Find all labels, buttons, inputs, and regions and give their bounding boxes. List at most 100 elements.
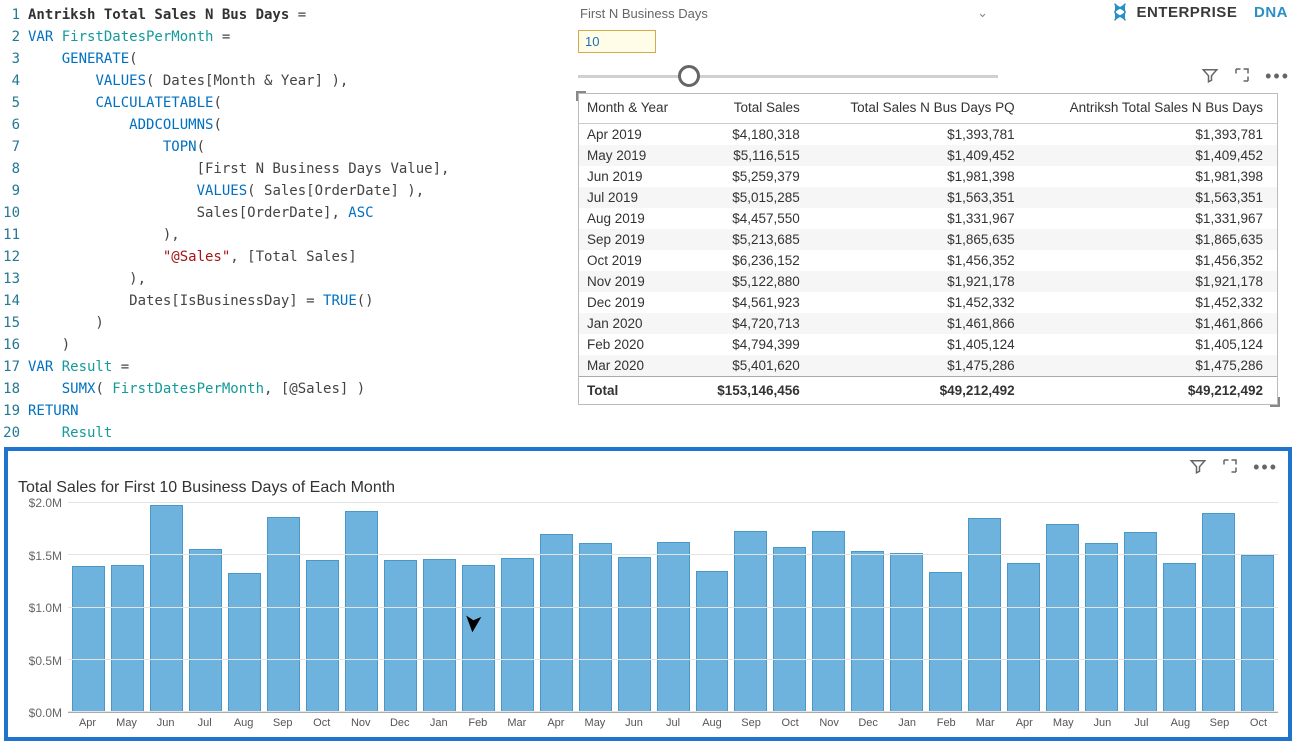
chart-bar[interactable]	[267, 517, 300, 712]
x-tick-label: Jul	[1122, 717, 1161, 729]
chevron-down-icon[interactable]: ⌄	[977, 5, 988, 21]
chart-bar[interactable]	[540, 534, 573, 712]
brand-text-2: DNA	[1254, 4, 1288, 21]
sales-table-visual[interactable]: Month & YearTotal SalesTotal Sales N Bus…	[578, 93, 1278, 405]
focus-mode-icon[interactable]	[1233, 66, 1251, 84]
more-options-icon[interactable]: •••	[1265, 66, 1290, 87]
dax-editor[interactable]: 1Antriksh Total Sales N Bus Days = 2VAR …	[0, 0, 578, 445]
x-tick-label: Jun	[614, 717, 653, 729]
more-options-icon[interactable]: •••	[1253, 457, 1278, 478]
x-tick-label: May	[107, 717, 146, 729]
x-tick-label: Mar	[497, 717, 536, 729]
x-tick-label: Dec	[849, 717, 888, 729]
filter-icon[interactable]	[1189, 457, 1207, 475]
chart-bar[interactable]	[345, 511, 378, 712]
table-row[interactable]: Jun 2019$5,259,379$1,981,398$1,981,398	[579, 166, 1277, 187]
code-line: 16 )	[0, 334, 578, 356]
x-tick-label: Sep	[1200, 717, 1239, 729]
code-line: 20 Result	[0, 422, 578, 444]
chart-bar[interactable]	[696, 571, 729, 712]
chart-bar[interactable]	[228, 573, 261, 712]
chart-bar[interactable]	[929, 572, 962, 712]
chart-bar[interactable]	[1202, 513, 1235, 712]
x-tick-label: Oct	[302, 717, 341, 729]
code-line: 9 VALUES( Sales[OrderDate] ),	[0, 180, 578, 202]
chart-bar[interactable]	[1007, 563, 1040, 712]
table-row[interactable]: Feb 2020$4,794,399$1,405,124$1,405,124	[579, 334, 1277, 355]
table-row[interactable]: Apr 2019$4,180,318$1,393,781$1,393,781	[579, 124, 1277, 146]
chart-bar[interactable]	[657, 542, 690, 712]
table-row[interactable]: Oct 2019$6,236,152$1,456,352$1,456,352	[579, 250, 1277, 271]
table-header[interactable]: Total Sales N Bus Days PQ	[814, 94, 1029, 124]
x-tick-label: Jun	[1083, 717, 1122, 729]
code-line: 14 Dates[IsBusinessDay] = TRUE()	[0, 290, 578, 312]
slider-thumb[interactable]	[678, 65, 700, 87]
chart-bar[interactable]	[306, 560, 339, 712]
x-tick-label: Aug	[693, 717, 732, 729]
table-row[interactable]: May 2019$5,116,515$1,409,452$1,409,452	[579, 145, 1277, 166]
chart-x-axis: AprMayJunJulAugSepOctNovDecJanFebMarAprM…	[68, 713, 1278, 729]
table-row[interactable]: Aug 2019$4,457,550$1,331,967$1,331,967	[579, 208, 1277, 229]
x-tick-label: Jan	[419, 717, 458, 729]
table-row[interactable]: Dec 2019$4,561,923$1,452,332$1,452,332	[579, 292, 1277, 313]
x-tick-label: May	[1044, 717, 1083, 729]
table-row[interactable]: Jan 2020$4,720,713$1,461,866$1,461,866	[579, 313, 1277, 334]
table-row[interactable]: Sep 2019$5,213,685$1,865,635$1,865,635	[579, 229, 1277, 250]
chart-bar[interactable]	[384, 560, 417, 712]
x-tick-label: Mar	[966, 717, 1005, 729]
chart-bar[interactable]	[1046, 524, 1079, 712]
table-row[interactable]: Jul 2019$5,015,285$1,563,351$1,563,351	[579, 187, 1277, 208]
x-tick-label: Feb	[458, 717, 497, 729]
bar-chart-visual[interactable]: ••• Total Sales for First 10 Business Da…	[4, 447, 1292, 741]
chart-bar[interactable]	[618, 557, 651, 712]
x-tick-label: Aug	[224, 717, 263, 729]
chart-bar[interactable]	[579, 543, 612, 712]
chart-bar[interactable]	[734, 531, 767, 712]
chart-bar[interactable]	[1085, 543, 1118, 712]
table-row[interactable]: Nov 2019$5,122,880$1,921,178$1,921,178	[579, 271, 1277, 292]
code-line: 3 GENERATE(	[0, 48, 578, 70]
chart-bar[interactable]	[968, 518, 1001, 712]
code-line: 5 CALCULATETABLE(	[0, 92, 578, 114]
x-tick-label: Jul	[185, 717, 224, 729]
chart-bar[interactable]	[423, 559, 456, 712]
x-tick-label: Apr	[536, 717, 575, 729]
chart-bar[interactable]	[111, 565, 144, 712]
table-total-row: Total$153,146,456$49,212,492$49,212,492	[579, 377, 1277, 405]
table-header[interactable]: Month & Year	[579, 94, 693, 124]
chart-bar[interactable]	[501, 558, 534, 712]
chart-bar[interactable]	[890, 553, 923, 712]
chart-bar[interactable]	[189, 549, 222, 712]
filter-icon[interactable]	[1201, 66, 1219, 84]
table-row[interactable]: Mar 2020$5,401,620$1,475,286$1,475,286	[579, 355, 1277, 377]
brand-text-1: ENTERPRISE	[1136, 4, 1237, 21]
table-header[interactable]: Total Sales	[693, 94, 814, 124]
chart-bar[interactable]	[1241, 555, 1274, 712]
chart-bar[interactable]	[851, 551, 884, 712]
slicer-label: First N Business Days	[578, 6, 708, 21]
code-line: 7 TOPN(	[0, 136, 578, 158]
x-tick-label: Jan	[888, 717, 927, 729]
chart-bar[interactable]	[773, 547, 806, 712]
chart-bar[interactable]	[462, 565, 495, 712]
code-line: 13 ),	[0, 268, 578, 290]
x-tick-label: Oct	[771, 717, 810, 729]
x-tick-label: Apr	[68, 717, 107, 729]
slicer-slider[interactable]	[578, 65, 998, 87]
table-header[interactable]: Antriksh Total Sales N Bus Days	[1029, 94, 1277, 124]
chart-bar[interactable]	[150, 505, 183, 712]
x-tick-label: Nov	[810, 717, 849, 729]
code-line: 11 ),	[0, 224, 578, 246]
code-line: 10 Sales[OrderDate], ASC	[0, 202, 578, 224]
chart-bar[interactable]	[812, 531, 845, 712]
code-line: 4 VALUES( Dates[Month & Year] ),	[0, 70, 578, 92]
x-tick-label: Aug	[1161, 717, 1200, 729]
chart-plot-area	[68, 503, 1278, 713]
code-line: 8 [First N Business Days Value],	[0, 158, 578, 180]
chart-bar[interactable]	[72, 566, 105, 712]
chart-bar[interactable]	[1163, 563, 1196, 712]
slicer-value-input[interactable]	[578, 30, 656, 53]
focus-mode-icon[interactable]	[1221, 457, 1239, 475]
code-line: 2VAR FirstDatesPerMonth =	[0, 26, 578, 48]
chart-bar[interactable]	[1124, 532, 1157, 712]
